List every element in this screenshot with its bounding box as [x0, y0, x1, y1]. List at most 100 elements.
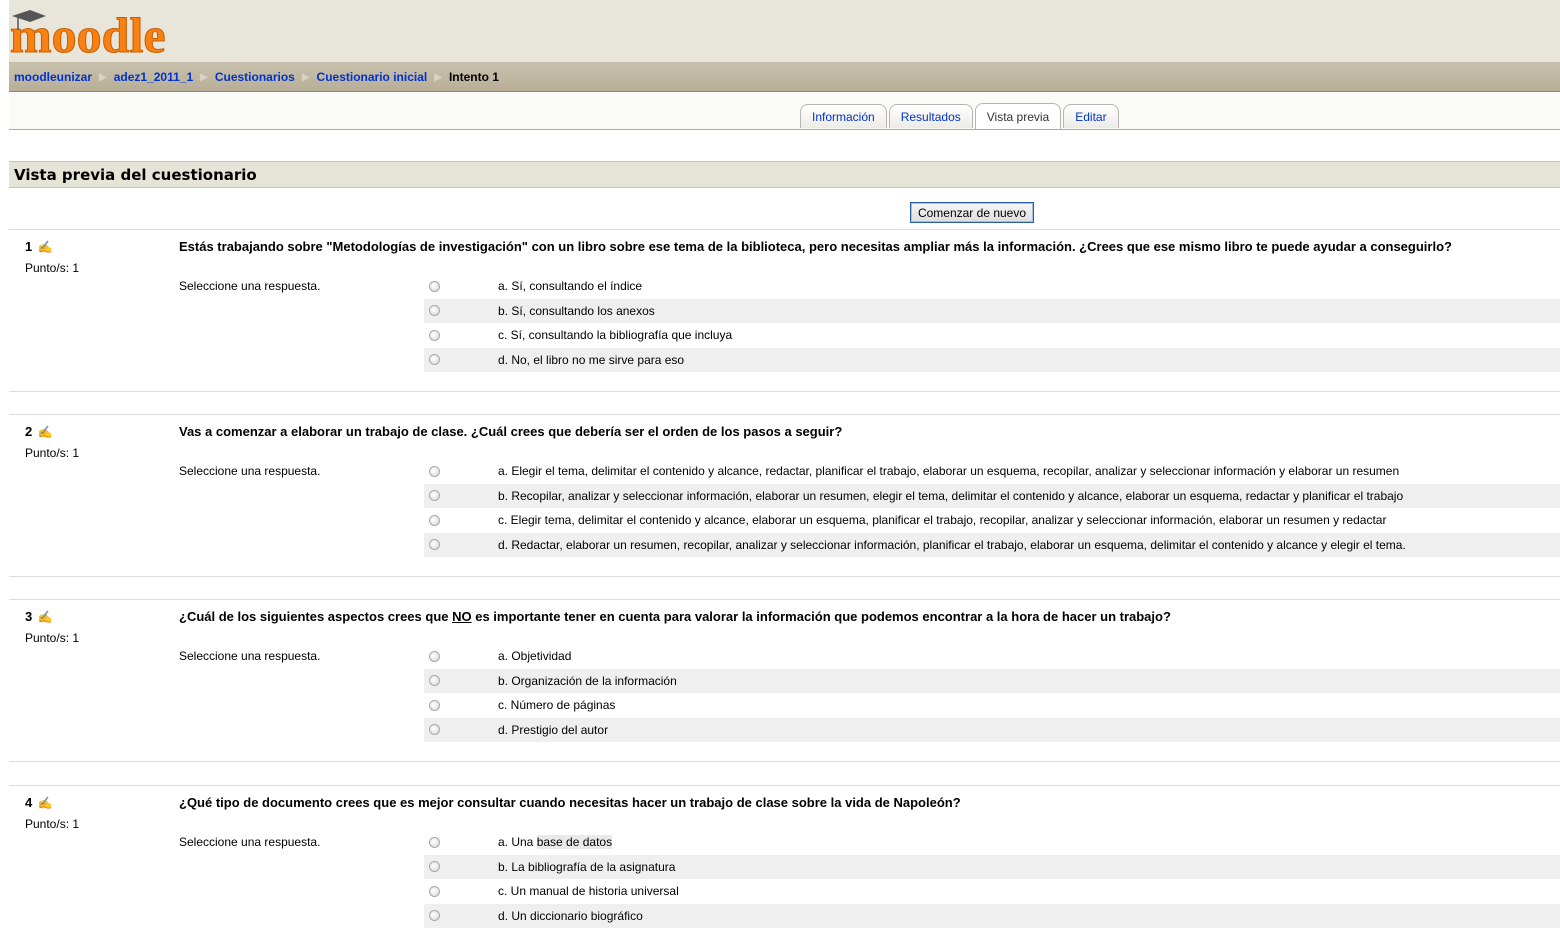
radio-button[interactable]	[429, 514, 440, 526]
answer-label: c. Un manual de historia universal	[498, 884, 679, 899]
answer-option[interactable]: c. Elegir tema, delimitar el contenido y…	[424, 508, 1560, 533]
answer-label: b. Sí, consultando los anexos	[498, 303, 655, 318]
radio-button[interactable]	[429, 885, 440, 897]
radio-button[interactable]	[429, 650, 440, 662]
edit-icon[interactable]: ✍	[34, 425, 53, 439]
answer-option[interactable]: a. Elegir el tema, delimitar el contenid…	[424, 459, 1560, 484]
page-title: Vista previa del cuestionario	[9, 161, 1560, 188]
breadcrumb-separator-icon: ▶	[434, 71, 442, 83]
answer-option[interactable]: b. La bibliografía de la asignatura	[424, 854, 1560, 879]
radio-button[interactable]	[429, 861, 440, 873]
breadcrumb-course[interactable]: adez1_2011_1	[114, 70, 193, 84]
answer-label-highlight: base de datos	[536, 835, 613, 850]
breadcrumb-separator-icon: ▶	[301, 71, 310, 83]
moodle-logo[interactable]: moodle	[10, 6, 210, 61]
question-text: Vas a comenzar a elaborar un trabajo de …	[179, 424, 843, 439]
question-points: Punto/s: 1	[25, 631, 80, 645]
radio-button[interactable]	[429, 699, 440, 711]
edit-icon[interactable]: ✍	[34, 240, 53, 254]
radio-button[interactable]	[429, 724, 440, 736]
answer-list: a. Elegir el tema, delimitar el contenid…	[424, 459, 1560, 557]
edit-icon[interactable]: ✍	[34, 796, 53, 810]
question-points: Punto/s: 1	[25, 446, 80, 460]
radio-button[interactable]	[429, 329, 440, 341]
answer-label: d. Prestigio del autor	[498, 722, 609, 737]
answer-list: a. Objetividad b. Organización de la inf…	[424, 644, 1560, 742]
radio-button[interactable]	[429, 354, 440, 366]
answer-option[interactable]: a. Objetividad	[424, 644, 1560, 669]
radio-button[interactable]	[429, 305, 440, 317]
question-points: Punto/s: 1	[25, 261, 80, 275]
question-separator	[9, 391, 1560, 416]
answer-option[interactable]: a. Sí, consultando el índice	[424, 274, 1560, 299]
question-number: 3 ✍	[25, 609, 53, 624]
answer-option[interactable]: c. Un manual de historia universal	[424, 879, 1560, 904]
question-text-part: es importante tener en cuenta para valor…	[471, 609, 1171, 624]
breadcrumb-separator-icon: ▶	[99, 71, 107, 83]
answer-label: c. Número de páginas	[498, 698, 616, 713]
answer-option[interactable]: b. Recopilar, analizar y seleccionar inf…	[424, 483, 1560, 508]
answer-label: b. Organización de la información	[498, 673, 677, 688]
breadcrumb-quiz[interactable]: Cuestionario inicial	[317, 70, 428, 84]
radio-button[interactable]	[429, 280, 440, 292]
answer-list: a. Sí, consultando el índice b. Sí, cons…	[424, 274, 1560, 372]
answer-option[interactable]: c. Número de páginas	[424, 693, 1560, 718]
breadcrumb-current: Intento 1	[448, 70, 499, 84]
answer-label: c. Sí, consultando la bibliografía que i…	[498, 328, 733, 343]
answer-label: d. No, el libro no me sirve para eso	[498, 352, 685, 367]
question-text-emphasis: NO	[452, 609, 472, 624]
tab-resultados[interactable]: Resultados	[888, 104, 973, 128]
question-text-part: ¿Cuál de los siguientes aspectos crees q…	[179, 609, 453, 624]
answer-label: a. Sí, consultando el índice	[498, 279, 643, 294]
radio-button[interactable]	[429, 539, 440, 551]
question-2: 2 ✍ Punto/s: 1 Vas a comenzar a elaborar…	[9, 414, 1560, 575]
question-number: 2 ✍	[25, 424, 53, 439]
answer-option[interactable]: a. Una base de datos	[424, 830, 1560, 855]
answer-option[interactable]: d. Prestigio del autor	[424, 717, 1560, 742]
answer-prompt: Seleccione una respuesta.	[179, 279, 321, 293]
answer-label: d. Redactar, elaborar un resumen, recopi…	[498, 537, 1406, 552]
question-1: 1 ✍ Punto/s: 1 Estás trabajando sobre "M…	[9, 229, 1560, 390]
answer-option[interactable]: c. Sí, consultando la bibliografía que i…	[424, 323, 1560, 348]
answer-option[interactable]: d. Redactar, elaborar un resumen, recopi…	[424, 532, 1560, 557]
breadcrumb-quizzes[interactable]: Cuestionarios	[215, 70, 295, 84]
answer-option[interactable]: b. Organización de la información	[424, 668, 1560, 693]
question-number: 1 ✍	[25, 239, 53, 254]
edit-icon[interactable]: ✍	[34, 610, 53, 624]
restart-button[interactable]: Comenzar de nuevo	[910, 202, 1034, 223]
tabs: Información Resultados Vista previa Edit…	[800, 103, 1121, 129]
answer-label: d. Un diccionario biográfico	[498, 908, 643, 923]
site-header: moodle	[0, 0, 1560, 62]
question-3: 3 ✍ Punto/s: 1 ¿Cuál de los siguientes a…	[9, 599, 1560, 760]
answer-option[interactable]: b. Sí, consultando los anexos	[424, 298, 1560, 323]
breadcrumb-site[interactable]: moodleunizar	[14, 70, 92, 84]
question-separator	[9, 576, 1560, 601]
breadcrumb-separator-icon: ▶	[200, 71, 208, 83]
radio-button[interactable]	[429, 836, 440, 848]
tab-bar	[0, 93, 1560, 130]
radio-button[interactable]	[429, 490, 440, 502]
radio-button[interactable]	[429, 465, 440, 477]
question-text: ¿Cuál de los siguientes aspectos crees q…	[179, 609, 1171, 624]
question-text: Estás trabajando sobre "Metodologías de …	[179, 239, 1452, 254]
answer-label: b. Recopilar, analizar y seleccionar inf…	[498, 488, 1404, 503]
tab-informacion[interactable]: Información	[800, 104, 887, 128]
question-text: ¿Qué tipo de documento crees que es mejo…	[179, 795, 961, 810]
answer-label: c. Elegir tema, delimitar el contenido y…	[498, 513, 1387, 528]
answer-label: a. Objetividad	[498, 649, 572, 664]
question-number: 4 ✍	[25, 795, 53, 810]
answer-list: a. Una base de datos b. La bibliografía …	[424, 830, 1560, 928]
radio-button[interactable]	[429, 910, 440, 922]
answer-option[interactable]: d. No, el libro no me sirve para eso	[424, 347, 1560, 372]
answer-label: a. Una base de datos	[498, 835, 613, 850]
answer-label-text: a. Una	[498, 835, 537, 850]
tab-editar[interactable]: Editar	[1063, 104, 1119, 128]
question-points: Punto/s: 1	[25, 817, 80, 831]
radio-button[interactable]	[429, 675, 440, 687]
question-separator	[9, 761, 1560, 786]
question-4: 4 ✍ Punto/s: 1 ¿Qué tipo de documento cr…	[9, 785, 1560, 929]
page-left-margin	[0, 0, 9, 928]
answer-label: b. La bibliografía de la asignatura	[498, 859, 676, 874]
tab-vista-previa[interactable]: Vista previa	[974, 103, 1062, 129]
answer-option[interactable]: d. Un diccionario biográfico	[424, 903, 1560, 928]
